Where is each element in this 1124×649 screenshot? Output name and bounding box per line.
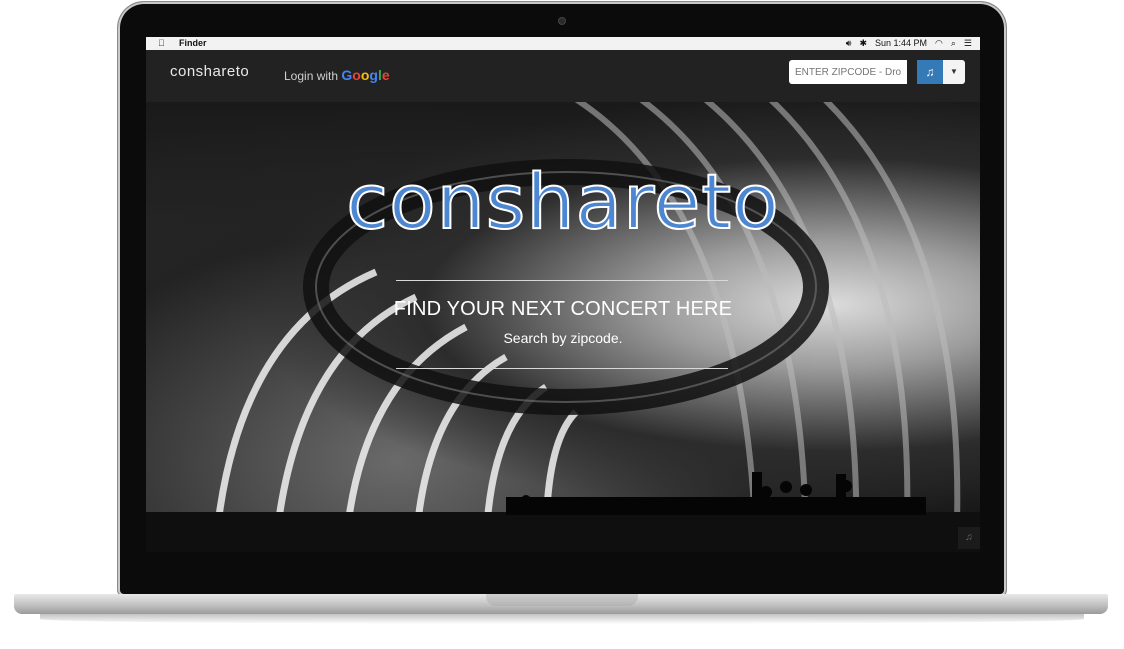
bluetooth-icon[interactable]: ✱ <box>859 37 867 50</box>
search-icon[interactable]: ⌕ <box>951 37 956 50</box>
google-logo: Google <box>341 67 390 83</box>
hero-subheading: Search by zipcode. <box>503 330 623 346</box>
dropdown-toggle-button[interactable]: ▼ <box>943 60 965 84</box>
menubar-clock[interactable]: Sun 1:44 PM <box>875 37 927 50</box>
hero-divider-top <box>396 280 728 281</box>
caret-down-icon: ▼ <box>950 67 958 76</box>
volume-icon[interactable]: 🔊︎ <box>846 37 852 50</box>
login-with-google-link[interactable]: Login with Google <box>284 67 390 83</box>
music-player-toggle[interactable]: ♫ <box>958 527 980 549</box>
mac-menubar:  Finder 🔊︎ ✱ Sun 1:44 PM ◠ ⌕ ☰ <box>146 37 980 50</box>
camera-icon <box>559 18 565 24</box>
hero-logo-title: conshareto <box>345 156 780 247</box>
hero-section: conshareto FIND YOUR NEXT CONCERT HERE S… <box>146 102 980 552</box>
wifi-icon[interactable]: ◠ <box>935 37 943 50</box>
music-note-icon: ♫ <box>965 532 973 543</box>
zipcode-input[interactable] <box>789 60 907 84</box>
screen:  Finder 🔊︎ ✱ Sun 1:44 PM ◠ ⌕ ☰ conshare… <box>146 37 980 552</box>
music-note-icon: ♫ <box>925 65 935 79</box>
laptop-shadow <box>40 614 1084 624</box>
menu-list-icon[interactable]: ☰ <box>964 37 972 50</box>
login-prefix: Login with <box>284 69 339 83</box>
menubar-app-name[interactable]: Finder <box>179 37 207 50</box>
navbar: conshareto Login with Google ♫ ▼ <box>146 50 980 102</box>
hero-heading: FIND YOUR NEXT CONCERT HERE <box>393 298 733 320</box>
music-search-button[interactable]: ♫ <box>917 60 943 84</box>
brand-logo[interactable]: conshareto <box>170 63 249 80</box>
laptop-notch <box>486 594 638 606</box>
hero-divider-bottom <box>396 368 728 369</box>
menubar-status-area: 🔊︎ ✱ Sun 1:44 PM ◠ ⌕ ☰ <box>846 37 972 50</box>
apple-logo-icon[interactable]:  <box>158 37 165 50</box>
